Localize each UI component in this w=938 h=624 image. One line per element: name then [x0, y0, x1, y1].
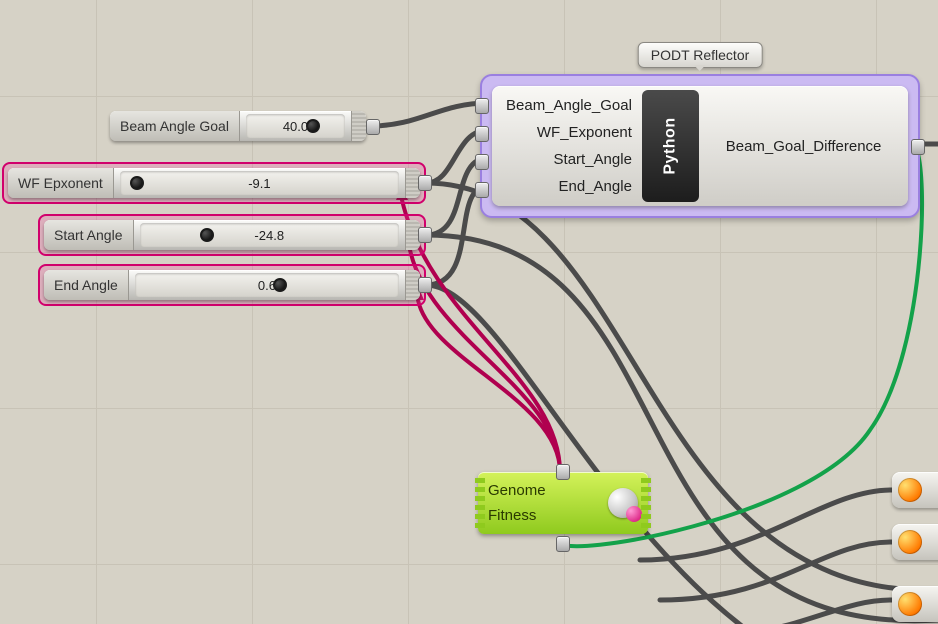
- python-input-label: WF_Exponent: [506, 124, 632, 141]
- slider-label: End Angle: [44, 270, 129, 300]
- python-component[interactable]: Beam_Angle_Goal WF_Exponent Start_Angle …: [492, 86, 908, 206]
- data-param[interactable]: [892, 524, 938, 560]
- slider-track[interactable]: -24.8: [140, 223, 400, 247]
- component-output-port[interactable]: [911, 139, 925, 155]
- data-param[interactable]: [892, 472, 938, 508]
- slider-value: -24.8: [248, 228, 290, 243]
- python-output-label: Beam_Goal_Difference: [726, 138, 882, 155]
- grasshopper-canvas[interactable]: Beam Angle Goal 40.0 WF Epxonent -9.1 St…: [0, 0, 938, 624]
- slider-beam-angle-goal[interactable]: Beam Angle Goal 40.0: [110, 111, 366, 141]
- python-badge: Python: [642, 90, 699, 202]
- data-param-icon: [898, 592, 922, 616]
- galapagos-solver[interactable]: Genome Fitness: [478, 472, 648, 534]
- data-param-icon: [898, 478, 922, 502]
- python-inputs: Beam_Angle_Goal WF_Exponent Start_Angle …: [492, 86, 642, 206]
- slider-start-angle[interactable]: Start Angle -24.8: [44, 220, 420, 250]
- slider-grip[interactable]: [351, 111, 366, 141]
- slider-end-angle[interactable]: End Angle 0.6: [44, 270, 420, 300]
- slider-value: 40.0: [277, 119, 314, 134]
- slider-label: Beam Angle Goal: [110, 111, 240, 141]
- selection-outline: Start Angle -24.8: [38, 214, 426, 256]
- galapagos-icon: [608, 488, 638, 518]
- slider-output-port[interactable]: [366, 119, 380, 135]
- slider-track[interactable]: 0.6: [135, 273, 399, 297]
- component-input-port[interactable]: [475, 182, 489, 198]
- slider-label: WF Epxonent: [8, 168, 114, 198]
- slider-value: -9.1: [242, 176, 276, 191]
- data-param-icon: [898, 530, 922, 554]
- selection-outline: WF Epxonent -9.1: [2, 162, 426, 204]
- slider-thumb[interactable]: [130, 176, 144, 190]
- slider-label: Start Angle: [44, 220, 134, 250]
- galapagos-genome-port[interactable]: [556, 464, 570, 480]
- slider-track[interactable]: 40.0: [246, 114, 345, 138]
- slider-track[interactable]: -9.1: [120, 171, 399, 195]
- python-input-label: Beam_Angle_Goal: [506, 97, 632, 114]
- slider-output-port[interactable]: [418, 277, 432, 293]
- group-title: PODT Reflector: [638, 42, 763, 68]
- component-input-port[interactable]: [475, 98, 489, 114]
- slider-output-port[interactable]: [418, 175, 432, 191]
- slider-wf-exponent[interactable]: WF Epxonent -9.1: [8, 168, 420, 198]
- python-input-label: End_Angle: [506, 178, 632, 195]
- python-input-label: Start_Angle: [506, 151, 632, 168]
- selection-outline: End Angle 0.6: [38, 264, 426, 306]
- galapagos-fitness-port[interactable]: [556, 536, 570, 552]
- data-param[interactable]: [892, 586, 938, 622]
- python-outputs: Beam_Goal_Difference: [699, 86, 908, 206]
- slider-output-port[interactable]: [418, 227, 432, 243]
- component-input-port[interactable]: [475, 154, 489, 170]
- group-podt-reflector[interactable]: PODT Reflector Beam_Angle_Goal WF_Expone…: [480, 74, 920, 218]
- slider-value: 0.6: [252, 278, 282, 293]
- slider-thumb[interactable]: [200, 228, 214, 242]
- component-input-port[interactable]: [475, 126, 489, 142]
